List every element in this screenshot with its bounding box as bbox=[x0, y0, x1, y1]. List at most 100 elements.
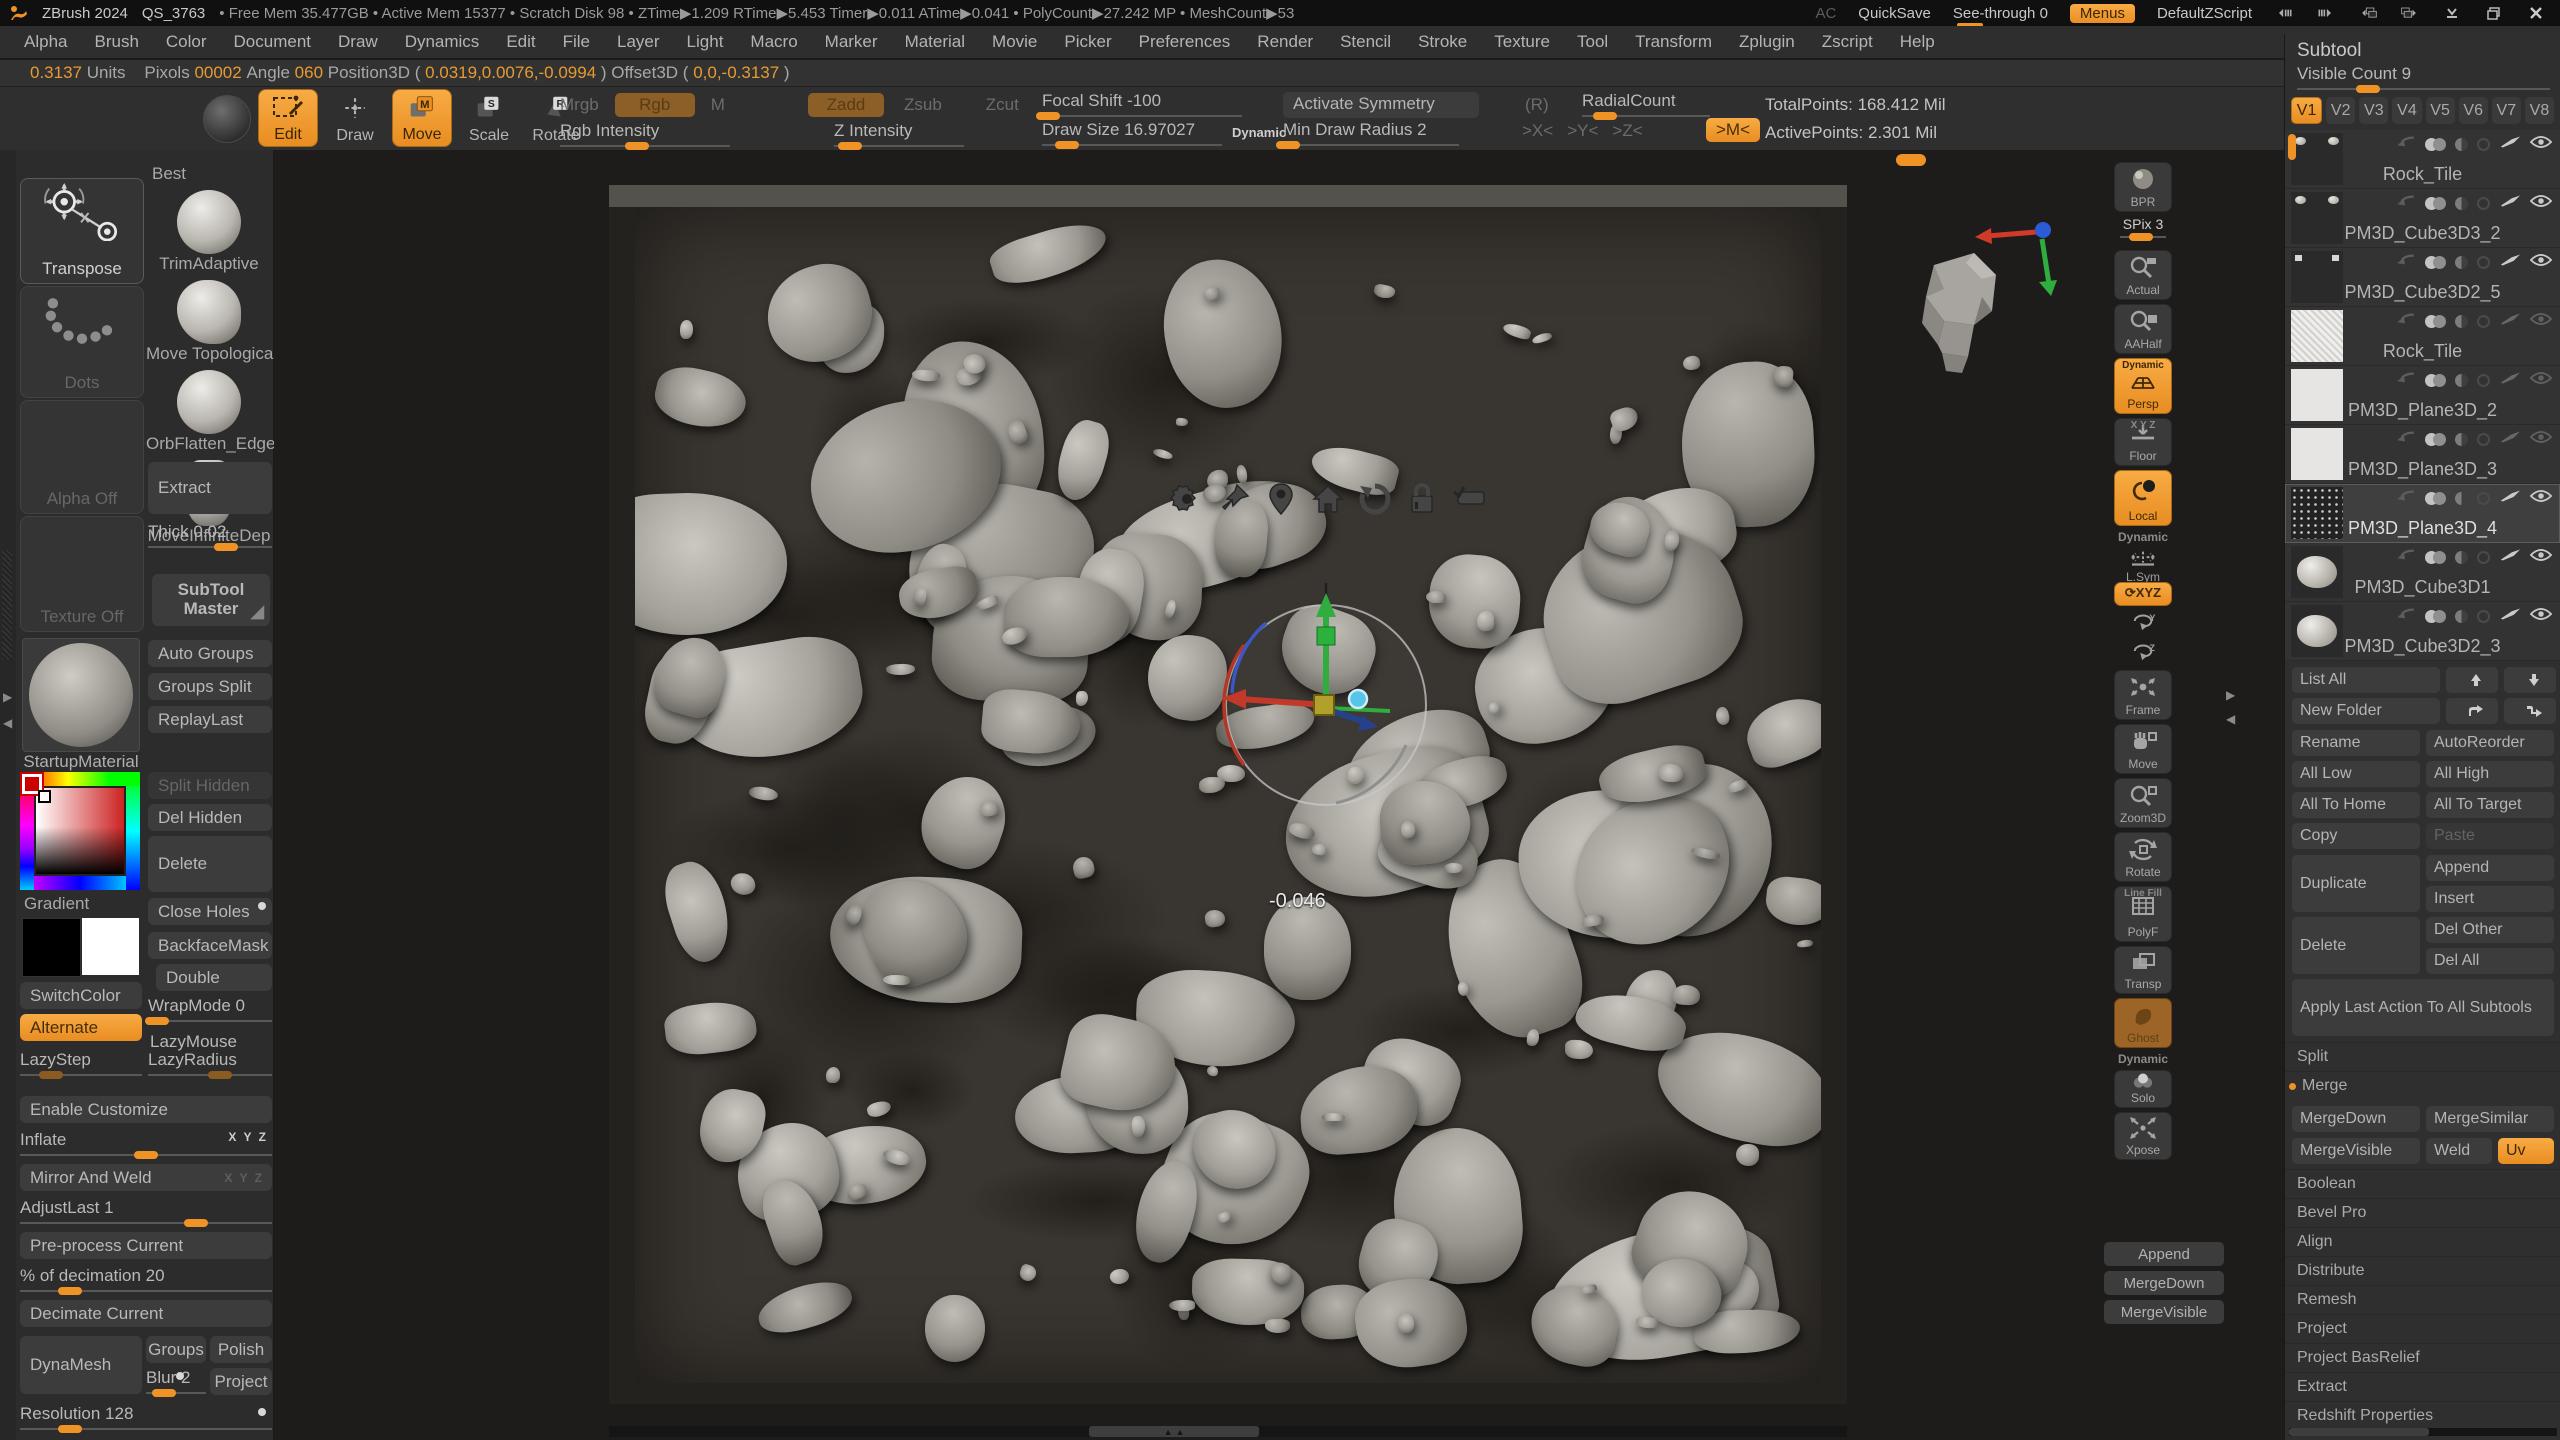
eye-icon[interactable] bbox=[2530, 370, 2552, 390]
append-button[interactable]: Append bbox=[2104, 1242, 2224, 1266]
brush-edit-icon[interactable] bbox=[2499, 606, 2521, 626]
current-material-thumbnail[interactable] bbox=[22, 638, 140, 752]
polypaint-icon[interactable] bbox=[2425, 138, 2446, 151]
menu-item-brush[interactable]: Brush bbox=[94, 32, 138, 52]
brush-edit-icon[interactable] bbox=[2499, 370, 2521, 390]
folder-arrow-icon[interactable] bbox=[2394, 252, 2416, 272]
alternate-button[interactable]: Alternate bbox=[20, 1014, 142, 1041]
lazy-radius-slider[interactable]: LazyRadius bbox=[148, 1050, 272, 1079]
displacement-icon[interactable] bbox=[2477, 610, 2490, 623]
subtool-item-pm3d-cube3d2-5-2[interactable]: PM3D_Cube3D2_5 bbox=[2285, 248, 2560, 307]
min-draw-radius-slider[interactable]: Min Draw Radius 2 bbox=[1283, 120, 1459, 149]
enable-customize-button[interactable]: Enable Customize bbox=[20, 1096, 272, 1123]
eye-icon[interactable] bbox=[2530, 193, 2552, 213]
folder-arrow-icon[interactable] bbox=[2394, 429, 2416, 449]
ac-toggle[interactable]: AC bbox=[1815, 5, 1836, 22]
menu-item-macro[interactable]: Macro bbox=[750, 32, 797, 52]
current-stroke-dots[interactable]: Dots bbox=[20, 286, 144, 398]
main-color-swatch[interactable] bbox=[22, 918, 81, 977]
paste-button[interactable]: Paste bbox=[2426, 823, 2554, 849]
menu-item-document[interactable]: Document bbox=[234, 32, 311, 52]
merge-visible-button[interactable]: MergeVisible bbox=[2104, 1300, 2224, 1324]
eye-icon[interactable] bbox=[2530, 547, 2552, 567]
uv-map-icon[interactable] bbox=[2455, 315, 2468, 328]
subtool-item-pm3d-cube3d3-2-1[interactable]: PM3D_Cube3D3_2 bbox=[2285, 189, 2560, 248]
list-all-button[interactable]: List All bbox=[2292, 667, 2440, 693]
subtool-tab-v7[interactable]: V7 bbox=[2492, 97, 2521, 124]
uv-map-icon[interactable] bbox=[2455, 256, 2468, 269]
brush-edit-icon[interactable] bbox=[2499, 311, 2521, 331]
polypaint-icon[interactable] bbox=[2425, 374, 2446, 387]
menu-item-movie[interactable]: Movie bbox=[992, 32, 1037, 52]
panel-expand-icon[interactable]: ▶ bbox=[2226, 688, 2235, 702]
polypaint-icon[interactable] bbox=[2425, 433, 2446, 446]
distribute-section-header[interactable]: Distribute bbox=[2285, 1256, 2560, 1285]
wrap-mode-slider[interactable]: WrapMode 0 bbox=[148, 996, 272, 1025]
close-holes-button[interactable]: Close Holes bbox=[148, 898, 272, 925]
menus-toggle[interactable]: Menus bbox=[2070, 4, 2135, 23]
canvas-h-scrollbar[interactable]: ▲▲ bbox=[609, 1426, 1847, 1437]
resolution-slider[interactable]: Resolution 128 bbox=[20, 1404, 272, 1433]
subtool-item-pm3d-plane3d-4-6[interactable]: PM3D_Plane3D_4 bbox=[2285, 484, 2560, 543]
z-axis-button[interactable]: >Z< bbox=[1612, 121, 1642, 141]
floor-button[interactable]: X Y ZFloor bbox=[2114, 418, 2172, 466]
brush-thumbnail[interactable] bbox=[177, 370, 241, 434]
delete-button[interactable]: Delete bbox=[148, 836, 272, 892]
thick-slider[interactable]: Thick 0.02 bbox=[148, 522, 272, 551]
cycle-icon[interactable] bbox=[1356, 480, 1394, 518]
menu-item-picker[interactable]: Picker bbox=[1064, 32, 1111, 52]
zoom3d-button[interactable]: Zoom3D bbox=[2114, 778, 2172, 828]
polypaint-icon[interactable] bbox=[2425, 197, 2446, 210]
m-button[interactable]: M bbox=[711, 95, 725, 115]
prev-doc-icon[interactable] bbox=[2274, 5, 2294, 21]
zcut-button[interactable]: Zcut bbox=[986, 95, 1019, 115]
color-picker[interactable] bbox=[20, 772, 140, 890]
del-all-button[interactable]: Del All bbox=[2426, 948, 2554, 974]
menu-item-edit[interactable]: Edit bbox=[506, 32, 535, 52]
rgb-button[interactable]: Rgb bbox=[615, 93, 695, 117]
tray-collapse-icon[interactable]: ◀ bbox=[3, 716, 12, 730]
l-sym-button[interactable]: L.Sym bbox=[2126, 548, 2160, 578]
menu-item-marker[interactable]: Marker bbox=[825, 32, 878, 52]
move-button[interactable]: Move bbox=[2114, 724, 2172, 774]
quicksave-button[interactable]: QuickSave bbox=[1858, 5, 1931, 22]
delete-subtool-button[interactable]: Delete bbox=[2292, 917, 2420, 974]
xyz-button[interactable]: ⟳XYZ bbox=[2114, 582, 2172, 606]
current-tool-transpose[interactable]: Transpose bbox=[20, 178, 144, 284]
default-zscript-button[interactable]: DefaultZScript bbox=[2157, 5, 2252, 22]
best-render-label[interactable]: Best bbox=[152, 164, 186, 184]
subtool-tab-v1[interactable]: V1 bbox=[2291, 97, 2322, 124]
move-mode-button[interactable]: MMove bbox=[392, 89, 452, 147]
displacement-icon[interactable] bbox=[2477, 138, 2490, 151]
brush-edit-icon[interactable] bbox=[2499, 547, 2521, 567]
move-down-button[interactable] bbox=[2504, 667, 2556, 693]
displacement-icon[interactable] bbox=[2477, 197, 2490, 210]
new-folder-button[interactable]: New Folder bbox=[2292, 698, 2440, 724]
brush-edit-icon[interactable] bbox=[2499, 134, 2521, 154]
eye-icon[interactable] bbox=[2530, 134, 2552, 154]
folder-arrow-icon[interactable] bbox=[2394, 547, 2416, 567]
home-icon[interactable] bbox=[1309, 480, 1347, 518]
local-button[interactable]: Local bbox=[2114, 470, 2172, 526]
displacement-icon[interactable] bbox=[2477, 551, 2490, 564]
eye-icon[interactable] bbox=[2530, 606, 2552, 626]
brush-edit-icon[interactable] bbox=[2499, 252, 2521, 272]
menu-item-help[interactable]: Help bbox=[1900, 32, 1935, 52]
menu-item-stencil[interactable]: Stencil bbox=[1340, 32, 1391, 52]
polypaint-icon[interactable] bbox=[2425, 315, 2446, 328]
subtool-item-pm3d-plane3d-3-5[interactable]: PM3D_Plane3D_3 bbox=[2285, 425, 2560, 484]
gear-icon[interactable] bbox=[1168, 480, 1206, 518]
transp-button[interactable]: Transp bbox=[2114, 946, 2172, 994]
activate-symmetry-button[interactable]: Activate Symmetry bbox=[1283, 92, 1479, 118]
spix-3-button[interactable]: SPix 3 bbox=[2114, 216, 2172, 246]
focal-shift-slider[interactable]: Focal Shift -100 bbox=[1042, 91, 1242, 120]
menu-item-alpha[interactable]: Alpha bbox=[24, 32, 67, 52]
next-window-icon[interactable] bbox=[2400, 5, 2420, 21]
uv-map-icon[interactable] bbox=[2455, 610, 2468, 623]
canvas-h-scroll-handle[interactable]: ▲▲ bbox=[1089, 1426, 1259, 1437]
split-hidden-button[interactable]: Split Hidden bbox=[148, 772, 272, 799]
subtool-tab-v3[interactable]: V3 bbox=[2359, 97, 2388, 124]
insert-subtool-button[interactable]: Insert bbox=[2426, 886, 2554, 912]
subtool-item-pm3d-cube3d2-3-8[interactable]: PM3D_Cube3D2_3 bbox=[2285, 602, 2560, 661]
merge-down-button[interactable]: MergeDown bbox=[2104, 1271, 2224, 1295]
